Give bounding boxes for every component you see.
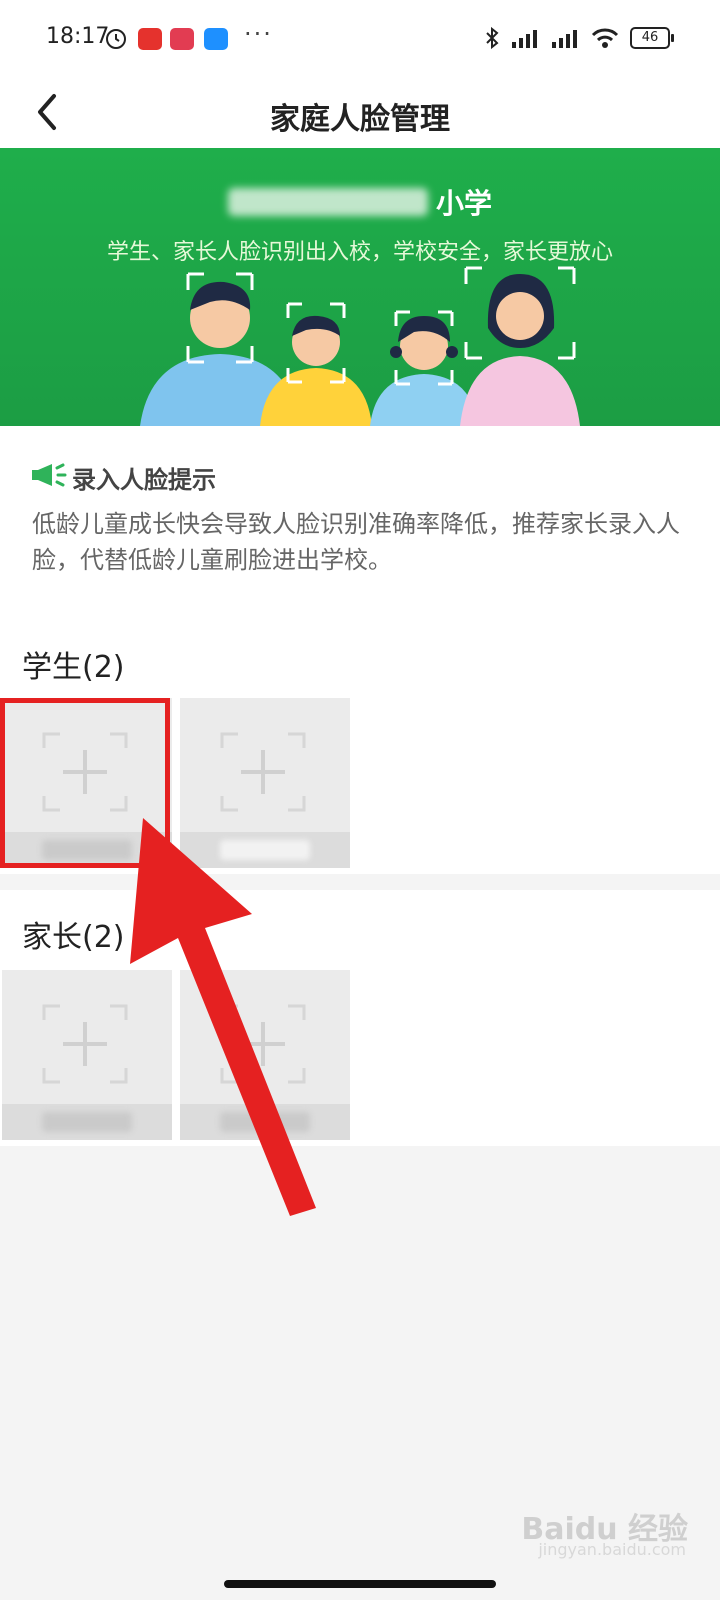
face-entry-tip: 录入人脸提示 低龄儿童成长快会导致人脸识别准确率降低，推荐家长录入人脸，代替低龄…: [0, 426, 720, 624]
status-time: 18:17: [46, 24, 110, 49]
blurred-name: [220, 1112, 310, 1132]
parents-title: 家长(2): [22, 920, 125, 955]
app-notification-icon: [170, 28, 194, 50]
parent-face-card[interactable]: [2, 970, 172, 1140]
students-title: 学生(2): [22, 650, 125, 685]
more-notifications-icon: ···: [244, 20, 273, 48]
app-notification-icon: [204, 28, 228, 50]
school-name-suffix: 小学: [436, 187, 493, 220]
school-name-blurred: [228, 188, 428, 216]
signal-icon: [512, 30, 537, 48]
student-face-card[interactable]: [180, 698, 350, 868]
parent-name-label: [180, 1104, 350, 1140]
alarm-icon: [106, 29, 126, 49]
blurred-name: [42, 1112, 132, 1132]
banner: 小学 学生、家长人脸识别出入校，学校安全，家长更放心: [0, 148, 720, 426]
status-right: 46: [484, 26, 674, 50]
megaphone-icon: [32, 463, 67, 487]
tip-title: 录入人脸提示: [72, 466, 216, 494]
watermark-url: jingyan.baidu.com: [538, 1540, 686, 1559]
blurred-name: [220, 840, 310, 860]
parent-name-label: [2, 1104, 172, 1140]
wifi-icon: [591, 28, 619, 48]
highlight-box-annotation: [0, 698, 170, 868]
parent-face-card[interactable]: [180, 970, 350, 1140]
home-indicator[interactable]: [224, 1580, 496, 1588]
parents-section: 家长(2): [0, 890, 720, 1146]
add-face-icon: [220, 732, 306, 812]
status-bar: 18:17 ··· 46: [0, 0, 720, 80]
signal-icon: [552, 30, 577, 48]
add-face-icon: [220, 1004, 306, 1084]
add-face-icon: [42, 1004, 128, 1084]
tip-text: 低龄儿童成长快会导致人脸识别准确率降低，推荐家长录入人脸，代替低龄儿童刷脸进出学…: [32, 510, 680, 574]
battery-icon: 46: [630, 27, 674, 49]
page-title: 家庭人脸管理: [270, 102, 450, 137]
bluetooth-icon: [486, 26, 499, 50]
app-notification-icon: [138, 28, 162, 50]
student-name-label: [180, 832, 350, 868]
family-illustration: [140, 266, 580, 426]
app-header: 家庭人脸管理: [0, 80, 720, 148]
